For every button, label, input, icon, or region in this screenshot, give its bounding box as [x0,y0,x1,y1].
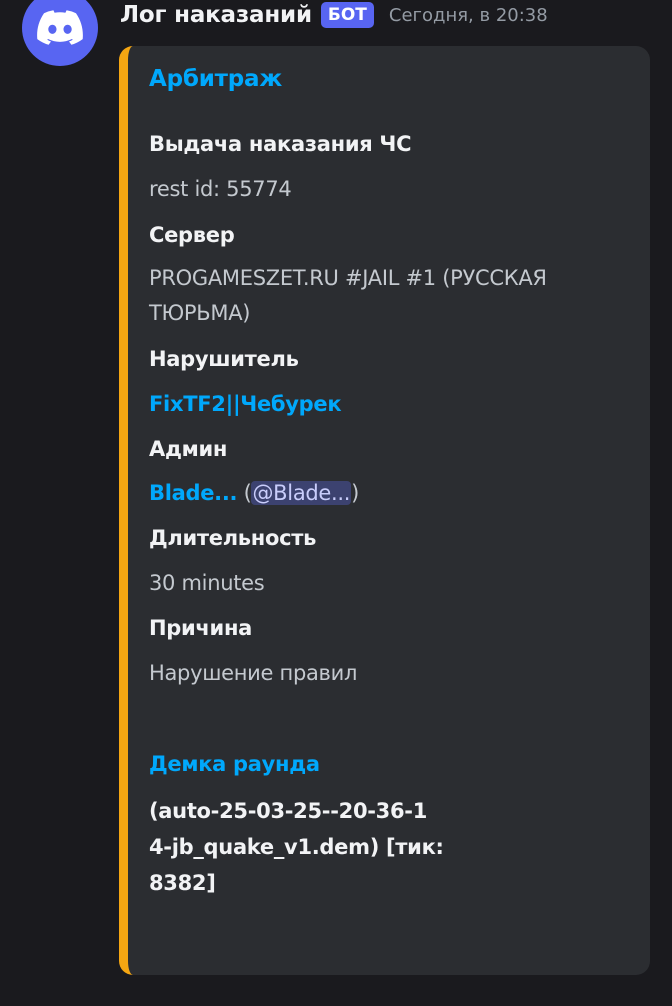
field-value-offender: FixTF2||Чебурек [149,387,342,422]
field-value-admin: Blade... (@Blade...) [149,476,359,511]
field-name-action: Выдача наказания ЧС [149,132,412,156]
field-value-server-line2: ТЮРЬМА) [149,301,251,325]
message: Лог наказаний БОТ Сегодня, в 20:38 Арбит… [0,0,672,1006]
field-value-demo-line1: (auto-25-03-25--20-36-1 [149,799,428,823]
offender-link[interactable]: FixTF2||Чебурек [149,392,342,416]
embed-title: Арбитраж [149,66,283,92]
field-value-demo-line2: 4-jb_quake_v1.dem) [тик: [149,835,444,859]
admin-link[interactable]: Blade... [149,481,237,505]
message-timestamp[interactable]: Сегодня, в 20:38 [389,5,548,26]
author-name[interactable]: Лог наказаний [120,2,312,28]
message-header: Лог наказаний БОТ Сегодня, в 20:38 [120,0,548,30]
field-name-reason: Причина [149,616,253,640]
field-name-server: Сервер [149,223,235,247]
field-value-server-line1: PROGAMESZET.RU #JAIL #1 (РУССКАЯ [149,266,547,290]
field-name-admin: Админ [149,437,228,461]
field-value-action: rest id: 55774 [149,177,292,201]
field-name-offender: Нарушитель [149,347,299,371]
admin-close-paren: ) [351,481,360,505]
admin-mention[interactable]: @Blade... [251,481,352,505]
field-value-reason: Нарушение правил [149,661,358,685]
field-value-duration: 30 minutes [149,571,265,595]
field-value-demo-line3: 8382] [149,871,216,895]
field-name-duration: Длительность [149,526,317,550]
field-name-demo[interactable]: Демка раунда [149,752,320,776]
bot-avatar[interactable] [22,0,98,66]
bot-badge: БОТ [320,2,374,28]
embed-card: Арбитраж Выдача наказания ЧС rest id: 55… [119,46,650,975]
discord-logo-icon [37,10,83,45]
